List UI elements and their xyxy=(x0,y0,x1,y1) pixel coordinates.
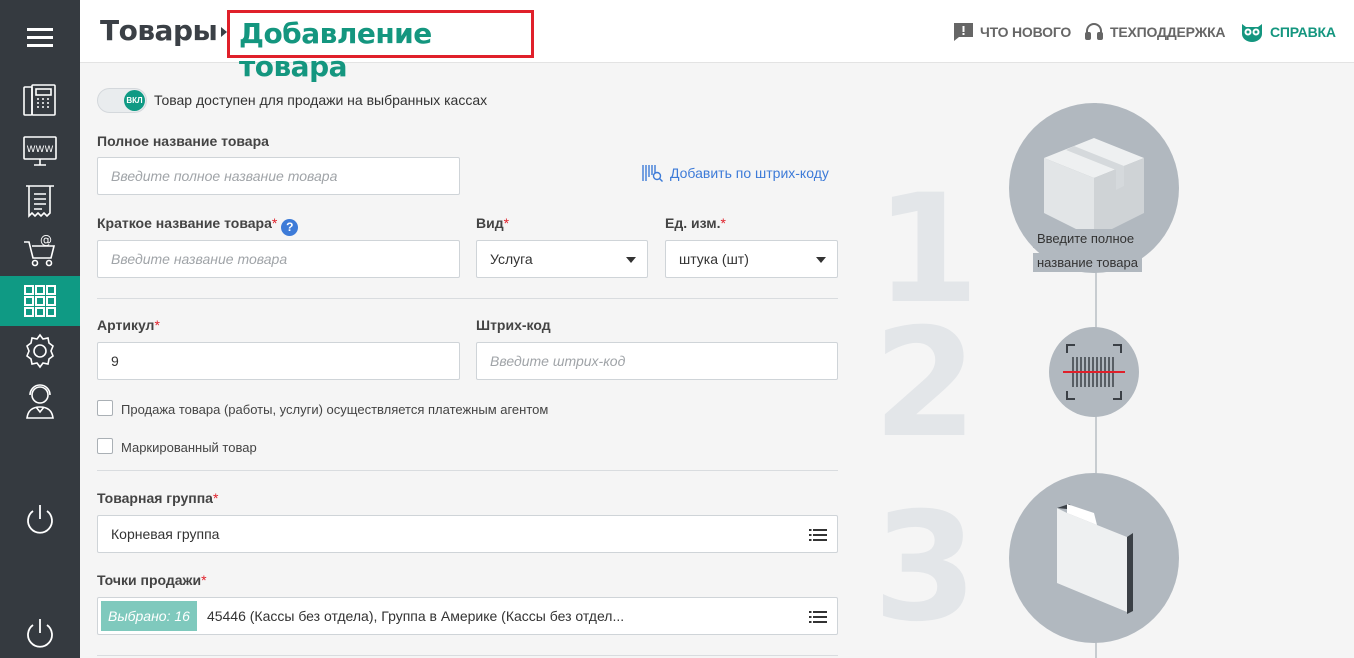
svg-text:@: @ xyxy=(40,234,52,247)
help-label: СПРАВКА xyxy=(1270,24,1336,40)
short-name-placeholder: Введите название товара xyxy=(111,251,288,267)
availability-toggle-label: Товар доступен для продажи на выбранных … xyxy=(154,92,488,108)
step-number-2: 2 xyxy=(873,297,978,471)
help-link[interactable]: СПРАВКА xyxy=(1240,22,1336,42)
question-help-icon[interactable]: ? xyxy=(281,218,299,236)
whats-new-label: ЧТО НОВОГО xyxy=(980,24,1072,40)
whats-new-link[interactable]: ЧТО НОВОГО xyxy=(953,22,1071,42)
sale-points-value: 45446 (Кассы без отдела), Группа в Амери… xyxy=(206,608,625,624)
sidebar-item-support[interactable] xyxy=(0,376,80,426)
payment-agent-checkbox[interactable] xyxy=(97,400,113,416)
marked-product-label: Маркированный товар xyxy=(121,440,257,455)
step-2-circle xyxy=(1049,327,1139,417)
article-value: 9 xyxy=(111,353,119,369)
receipt-icon xyxy=(26,185,54,218)
power-icon xyxy=(27,505,53,534)
www-icon: WWW xyxy=(23,136,57,166)
short-name-input[interactable]: Введите название товара xyxy=(97,240,460,278)
folder-icon xyxy=(1057,504,1133,614)
svg-text:WWW: WWW xyxy=(27,145,54,155)
unit-select[interactable]: штука (шт) xyxy=(665,240,838,278)
kind-label: Вид* xyxy=(476,215,510,231)
menu-toggle[interactable] xyxy=(0,12,80,62)
add-by-barcode-link[interactable]: Добавить по штрих-коду xyxy=(641,163,829,183)
sale-points-label: Точки продажи* xyxy=(97,572,207,588)
unit-label: Ед. изм.* xyxy=(665,215,726,231)
menu-icon xyxy=(27,28,53,47)
kind-select[interactable]: Услуга xyxy=(476,240,648,278)
barcode-label: Штрих-код xyxy=(476,317,551,333)
article-input[interactable]: 9 xyxy=(97,342,460,380)
list-icon[interactable] xyxy=(809,528,827,542)
sidebar-item-settings[interactable] xyxy=(0,326,80,376)
support-link[interactable]: ТЕХПОДДЕРЖКА xyxy=(1084,22,1226,42)
owl-icon xyxy=(1242,24,1262,42)
chat-notice-icon xyxy=(954,23,973,41)
sidebar-item-receipts[interactable] xyxy=(0,176,80,226)
list-icon[interactable] xyxy=(809,610,827,624)
sidebar-item-online-store[interactable]: @ xyxy=(0,226,80,276)
product-group-select[interactable]: Корневая группа xyxy=(97,515,838,553)
barcode-input[interactable]: Введите штрих-код xyxy=(476,342,838,380)
barcode-search-icon xyxy=(642,165,663,182)
toggle-knob: ВКЛ xyxy=(124,90,145,111)
headset-icon xyxy=(1085,23,1103,40)
sidebar-item-products[interactable] xyxy=(0,276,80,326)
step-3-circle xyxy=(1009,473,1179,643)
cash-register-icon xyxy=(23,84,56,116)
add-by-barcode-label: Добавить по штрих-коду xyxy=(670,165,829,181)
chevron-down-icon xyxy=(816,257,826,263)
product-form: ВКЛ Товар доступен для продажи на выбран… xyxy=(80,63,870,658)
sidebar-item-online[interactable]: WWW xyxy=(0,126,80,176)
steps-illustration: 1 2 3 xyxy=(870,63,1354,658)
payment-agent-label: Продажа товара (работы, услуги) осуществ… xyxy=(121,402,549,417)
divider xyxy=(97,298,838,299)
step-tip-line-1: Введите полное xyxy=(1033,229,1139,248)
barcode-scanner-icon xyxy=(1063,344,1125,400)
online-cart-icon: @ xyxy=(24,234,56,267)
full-name-placeholder: Введите полное название товара xyxy=(111,168,338,184)
support-agent-icon xyxy=(26,384,54,419)
logout-button[interactable] xyxy=(0,608,80,658)
unit-selected-value: штука (шт) xyxy=(679,251,749,267)
chevron-down-icon xyxy=(626,257,636,263)
sidebar-item-cash-registers[interactable] xyxy=(0,76,80,126)
sale-points-select[interactable]: Выбрано: 16 45446 (Кассы без отдела), Гр… xyxy=(97,597,838,635)
page-title: Добавление товара xyxy=(227,10,534,83)
step-tip-line-2: название товара xyxy=(1033,253,1142,272)
settings-gear-icon xyxy=(26,333,54,369)
products-grid-icon xyxy=(24,285,56,317)
power-button[interactable] xyxy=(0,494,80,544)
sidebar: WWW @ xyxy=(0,0,80,658)
marked-product-checkbox[interactable] xyxy=(97,438,113,454)
divider xyxy=(97,470,838,471)
selected-count-badge: Выбрано: 16 xyxy=(101,601,197,631)
full-name-label: Полное название товара xyxy=(97,133,269,149)
divider xyxy=(97,655,838,656)
support-label: ТЕХПОДДЕРЖКА xyxy=(1110,24,1226,40)
product-group-label: Товарная группа* xyxy=(97,490,219,506)
page-header: Товары Добавление товара ЧТО НОВОГО ТЕХП… xyxy=(80,0,1354,83)
kind-selected-value: Услуга xyxy=(490,251,533,267)
short-name-label: Краткое название товара*? xyxy=(97,215,299,236)
full-name-input[interactable]: Введите полное название товара xyxy=(97,157,460,195)
availability-toggle[interactable]: ВКЛ xyxy=(97,88,147,113)
logout-power-icon xyxy=(27,619,53,648)
barcode-placeholder: Введите штрих-код xyxy=(490,353,626,369)
breadcrumb-root[interactable]: Товары xyxy=(100,14,218,47)
product-group-value: Корневая группа xyxy=(111,526,220,542)
article-label: Артикул* xyxy=(97,317,160,333)
step-number-3: 3 xyxy=(873,481,978,655)
